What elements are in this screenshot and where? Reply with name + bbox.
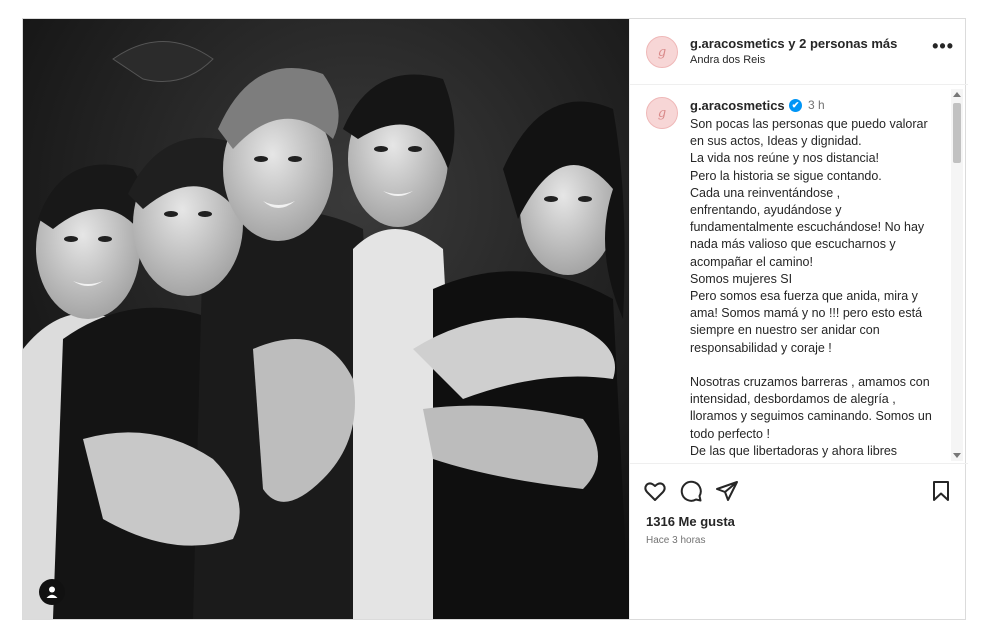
scrollbar-thumb[interactable] xyxy=(953,103,961,163)
scroll-down-arrow-icon[interactable] xyxy=(953,453,961,458)
save-button[interactable] xyxy=(928,478,954,504)
bookmark-icon xyxy=(933,481,949,501)
caption-text: Son pocas las personas que puedo valorar… xyxy=(690,117,932,458)
scroll-up-arrow-icon[interactable] xyxy=(953,92,961,97)
post-side-panel: g g.aracosmetics y 2 personas más Andra … xyxy=(629,19,968,619)
more-options-button[interactable]: ••• xyxy=(932,37,954,55)
post-photo[interactable] xyxy=(23,19,629,619)
avatar[interactable]: g xyxy=(646,36,678,68)
post-date[interactable]: Hace 3 horas xyxy=(646,535,705,546)
tagged-users-button[interactable] xyxy=(39,579,65,605)
avatar-monogram: g xyxy=(657,44,667,60)
like-count[interactable]: 1316 Me gusta xyxy=(646,514,735,529)
verified-badge-icon: ✔ xyxy=(789,99,802,112)
caption-scrollbar[interactable] xyxy=(951,89,963,461)
comment-button[interactable] xyxy=(678,478,704,504)
user-icon xyxy=(46,586,58,598)
caption-timestamp[interactable]: 3 h xyxy=(808,98,825,112)
heart-icon xyxy=(644,482,666,501)
caption-username[interactable]: g.aracosmetics xyxy=(690,98,785,113)
instagram-post: g g.aracosmetics y 2 personas más Andra … xyxy=(22,18,968,620)
more-horizontal-icon: ••• xyxy=(932,36,954,56)
like-button[interactable] xyxy=(642,478,668,504)
share-icon xyxy=(716,481,738,501)
share-button[interactable] xyxy=(714,478,740,504)
post-header: g g.aracosmetics y 2 personas más Andra … xyxy=(630,19,968,85)
group-photo-illustration xyxy=(23,19,629,619)
audio-subtitle[interactable]: Andra dos Reis xyxy=(690,54,765,66)
caption-area: g g.aracosmetics ✔ 3 h Son pocas las per… xyxy=(630,85,968,463)
avatar-monogram: g xyxy=(657,105,667,121)
comment-icon xyxy=(680,480,702,502)
caption-avatar[interactable]: g xyxy=(646,97,678,129)
action-bar xyxy=(630,463,968,511)
collab-title[interactable]: g.aracosmetics y 2 personas más xyxy=(690,36,897,51)
